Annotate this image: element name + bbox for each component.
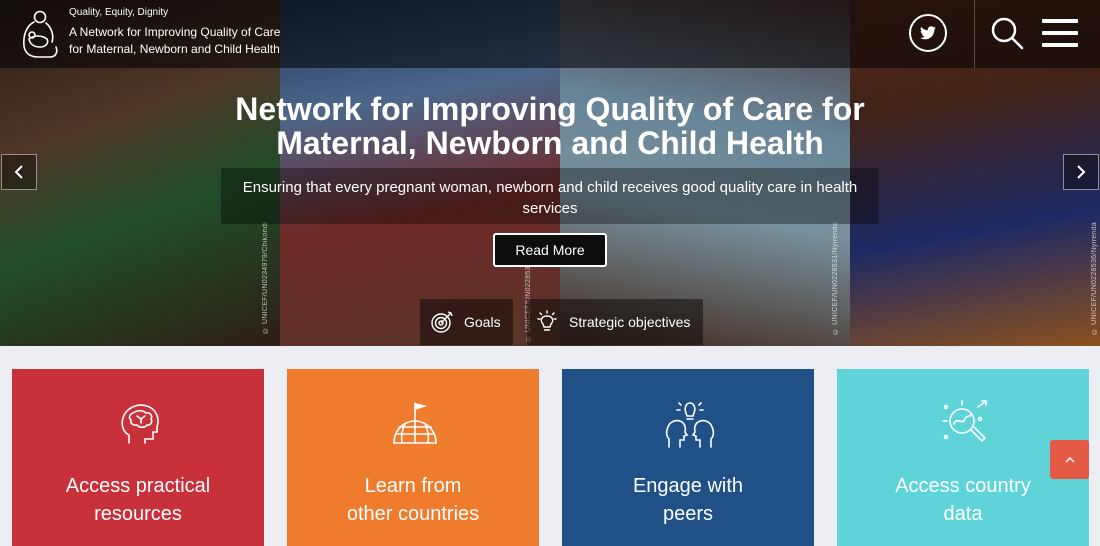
card-label-line1: Engage with [632,475,744,497]
hero-banner: © UNICEF/UN0234979/Chikondi © UNICEF/UN0… [0,0,1100,346]
chevron-up-icon [1064,456,1075,463]
card-label-line2: resources [94,503,182,525]
lightbulb-icon [537,310,557,331]
search-icon[interactable] [990,16,1024,50]
card-label-line1: Learn from [364,475,462,497]
chevron-left-icon [14,165,23,179]
hero-title-line2: Maternal, Newborn and Child Health [276,125,824,161]
hero-title-line1: Network for Improving Quality of Care fo… [235,91,865,127]
hamburger-menu-icon[interactable] [1042,19,1078,47]
card-label: Learn from other countries [287,472,539,528]
brand-name-line1: A Network for Improving Quality of Care [69,25,281,39]
goals-link[interactable]: Goals [420,299,513,345]
twitter-icon [920,26,936,40]
chevron-right-icon [1077,165,1086,179]
header-divider [974,0,975,68]
card-label: Engage with peers [562,472,814,528]
hero-title: Network for Improving Quality of Care fo… [180,92,920,160]
mother-child-logo-icon[interactable] [20,6,60,60]
brand-tagline: Quality, Equity, Dignity [69,7,169,18]
peers-idea-icon [665,402,715,448]
photo-credit: © UNICEF/UN0228531/Nyirenda [832,222,839,335]
carousel-next-button[interactable] [1063,154,1099,190]
card-label: Access practical resources [12,472,264,528]
card-label-line2: data [943,503,983,525]
learn-countries-card[interactable]: Learn from other countries [287,369,539,546]
data-magnifier-icon [942,400,987,443]
globe-flag-icon [393,402,437,444]
twitter-button[interactable] [909,14,947,52]
access-resources-card[interactable]: Access practical resources [12,369,264,546]
scroll-to-top-button[interactable] [1050,440,1089,479]
target-icon [431,311,453,333]
card-label-line2: other countries [346,503,480,525]
card-label-line1: Access practical [65,475,211,497]
strategic-objectives-link[interactable]: Strategic objectives [527,299,703,345]
engage-peers-card[interactable]: Engage with peers [562,369,814,546]
photo-credit: © UNICEF/UN0234979/Chikondi [262,222,269,334]
brain-head-icon [121,404,159,444]
hero-subtitle: Ensuring that every pregnant woman, newb… [242,179,858,217]
strategic-objectives-label: Strategic objectives [569,314,691,330]
carousel-prev-button[interactable] [1,154,37,190]
card-label-line2: peers [662,503,714,525]
goals-label: Goals [464,314,501,330]
card-label: Access country data [837,472,1089,528]
photo-credit: © UNICEF/UN0228536/Nyirenda [1091,222,1098,335]
read-more-button[interactable]: Read More [493,233,607,267]
brand-name-line2: for Maternal, Newborn and Child Health [69,42,280,56]
